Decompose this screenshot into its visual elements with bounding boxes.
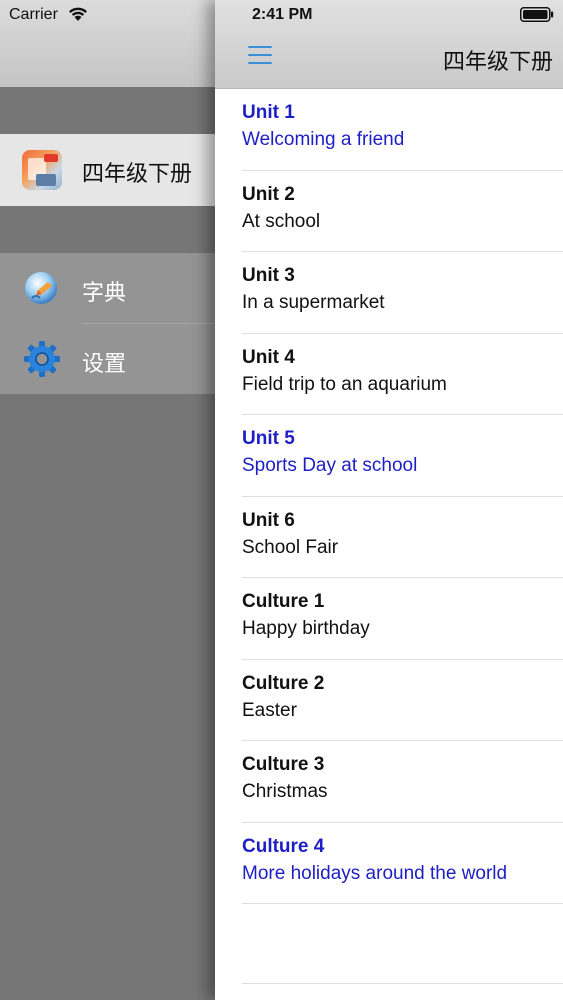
unit-subtitle: School Fair bbox=[242, 536, 339, 558]
unit-list: Unit 1 Welcoming a friend Unit 2 At scho… bbox=[215, 89, 563, 904]
drawer-status-area: Carrier bbox=[0, 0, 215, 87]
list-item[interactable]: Culture 4 More holidays around the world bbox=[242, 823, 563, 904]
unit-title: Culture 4 bbox=[242, 835, 325, 857]
unit-title: Culture 3 bbox=[242, 754, 325, 775]
unit-subtitle: Christmas bbox=[242, 781, 328, 802]
gear-icon bbox=[24, 341, 60, 377]
unit-title: Culture 1 bbox=[242, 591, 325, 612]
drawer-item-label: 设置 bbox=[82, 352, 127, 377]
drawer-item-settings[interactable]: 设置 bbox=[0, 324, 215, 394]
unit-title: Unit 6 bbox=[242, 509, 295, 531]
unit-subtitle: Welcoming a friend bbox=[242, 129, 405, 150]
book-title: 四年级下册 bbox=[82, 162, 193, 187]
drawer-menu: 字典 设置 bbox=[0, 253, 215, 394]
book-cover-icon bbox=[22, 150, 62, 190]
list-item[interactable]: Unit 3 In a supermarket bbox=[242, 252, 563, 334]
drawer-item-label: 字典 bbox=[82, 281, 127, 306]
unit-title: Unit 5 bbox=[242, 428, 295, 449]
unit-title: Unit 4 bbox=[242, 346, 295, 368]
list-item[interactable]: Unit 2 At school bbox=[242, 171, 563, 252]
unit-subtitle: More holidays around the world bbox=[242, 862, 508, 884]
status-time: 2:41 PM bbox=[252, 6, 313, 23]
unit-title: Unit 1 bbox=[242, 102, 295, 123]
nav-title: 四年级下册 bbox=[442, 50, 553, 75]
list-item[interactable]: Unit 6 School Fair bbox=[242, 497, 563, 578]
list-item[interactable]: Culture 2 Easter bbox=[242, 660, 563, 741]
content-panel: 2:41 PM 四年级下册 Unit 1 Welcoming a friend … bbox=[215, 0, 563, 1000]
drawer-item-dictionary[interactable]: 字典 bbox=[0, 253, 215, 324]
list-item[interactable]: Culture 3 Christmas bbox=[242, 741, 563, 823]
carrier-label: Carrier bbox=[9, 6, 58, 23]
drawer-item-current-book[interactable]: 四年级下册 bbox=[0, 134, 215, 206]
navigation-bar: 2:41 PM 四年级下册 bbox=[215, 0, 563, 89]
hamburger-icon[interactable] bbox=[248, 45, 272, 65]
side-drawer: Carrier 四年级下册 字典 设置 bbox=[0, 0, 215, 1000]
unit-title: Unit 3 bbox=[242, 265, 295, 286]
unit-subtitle: Sports Day at school bbox=[242, 455, 418, 476]
unit-title: Culture 2 bbox=[242, 672, 325, 694]
list-item[interactable]: Unit 5 Sports Day at school bbox=[242, 415, 563, 497]
unit-subtitle: Happy birthday bbox=[242, 618, 370, 639]
list-item[interactable]: Culture 1 Happy birthday bbox=[242, 578, 563, 660]
unit-subtitle: In a supermarket bbox=[242, 292, 385, 313]
unit-subtitle: Easter bbox=[242, 699, 297, 721]
wifi-icon bbox=[69, 7, 87, 21]
list-item[interactable]: Unit 1 Welcoming a friend bbox=[242, 89, 563, 171]
unit-subtitle: At school bbox=[242, 210, 321, 232]
dictionary-icon bbox=[25, 272, 57, 304]
battery-icon bbox=[520, 7, 554, 22]
unit-subtitle: Field trip to an aquarium bbox=[242, 373, 447, 395]
list-bottom-divider bbox=[242, 983, 563, 984]
unit-title: Unit 2 bbox=[242, 183, 295, 205]
list-item[interactable]: Unit 4 Field trip to an aquarium bbox=[242, 334, 563, 415]
